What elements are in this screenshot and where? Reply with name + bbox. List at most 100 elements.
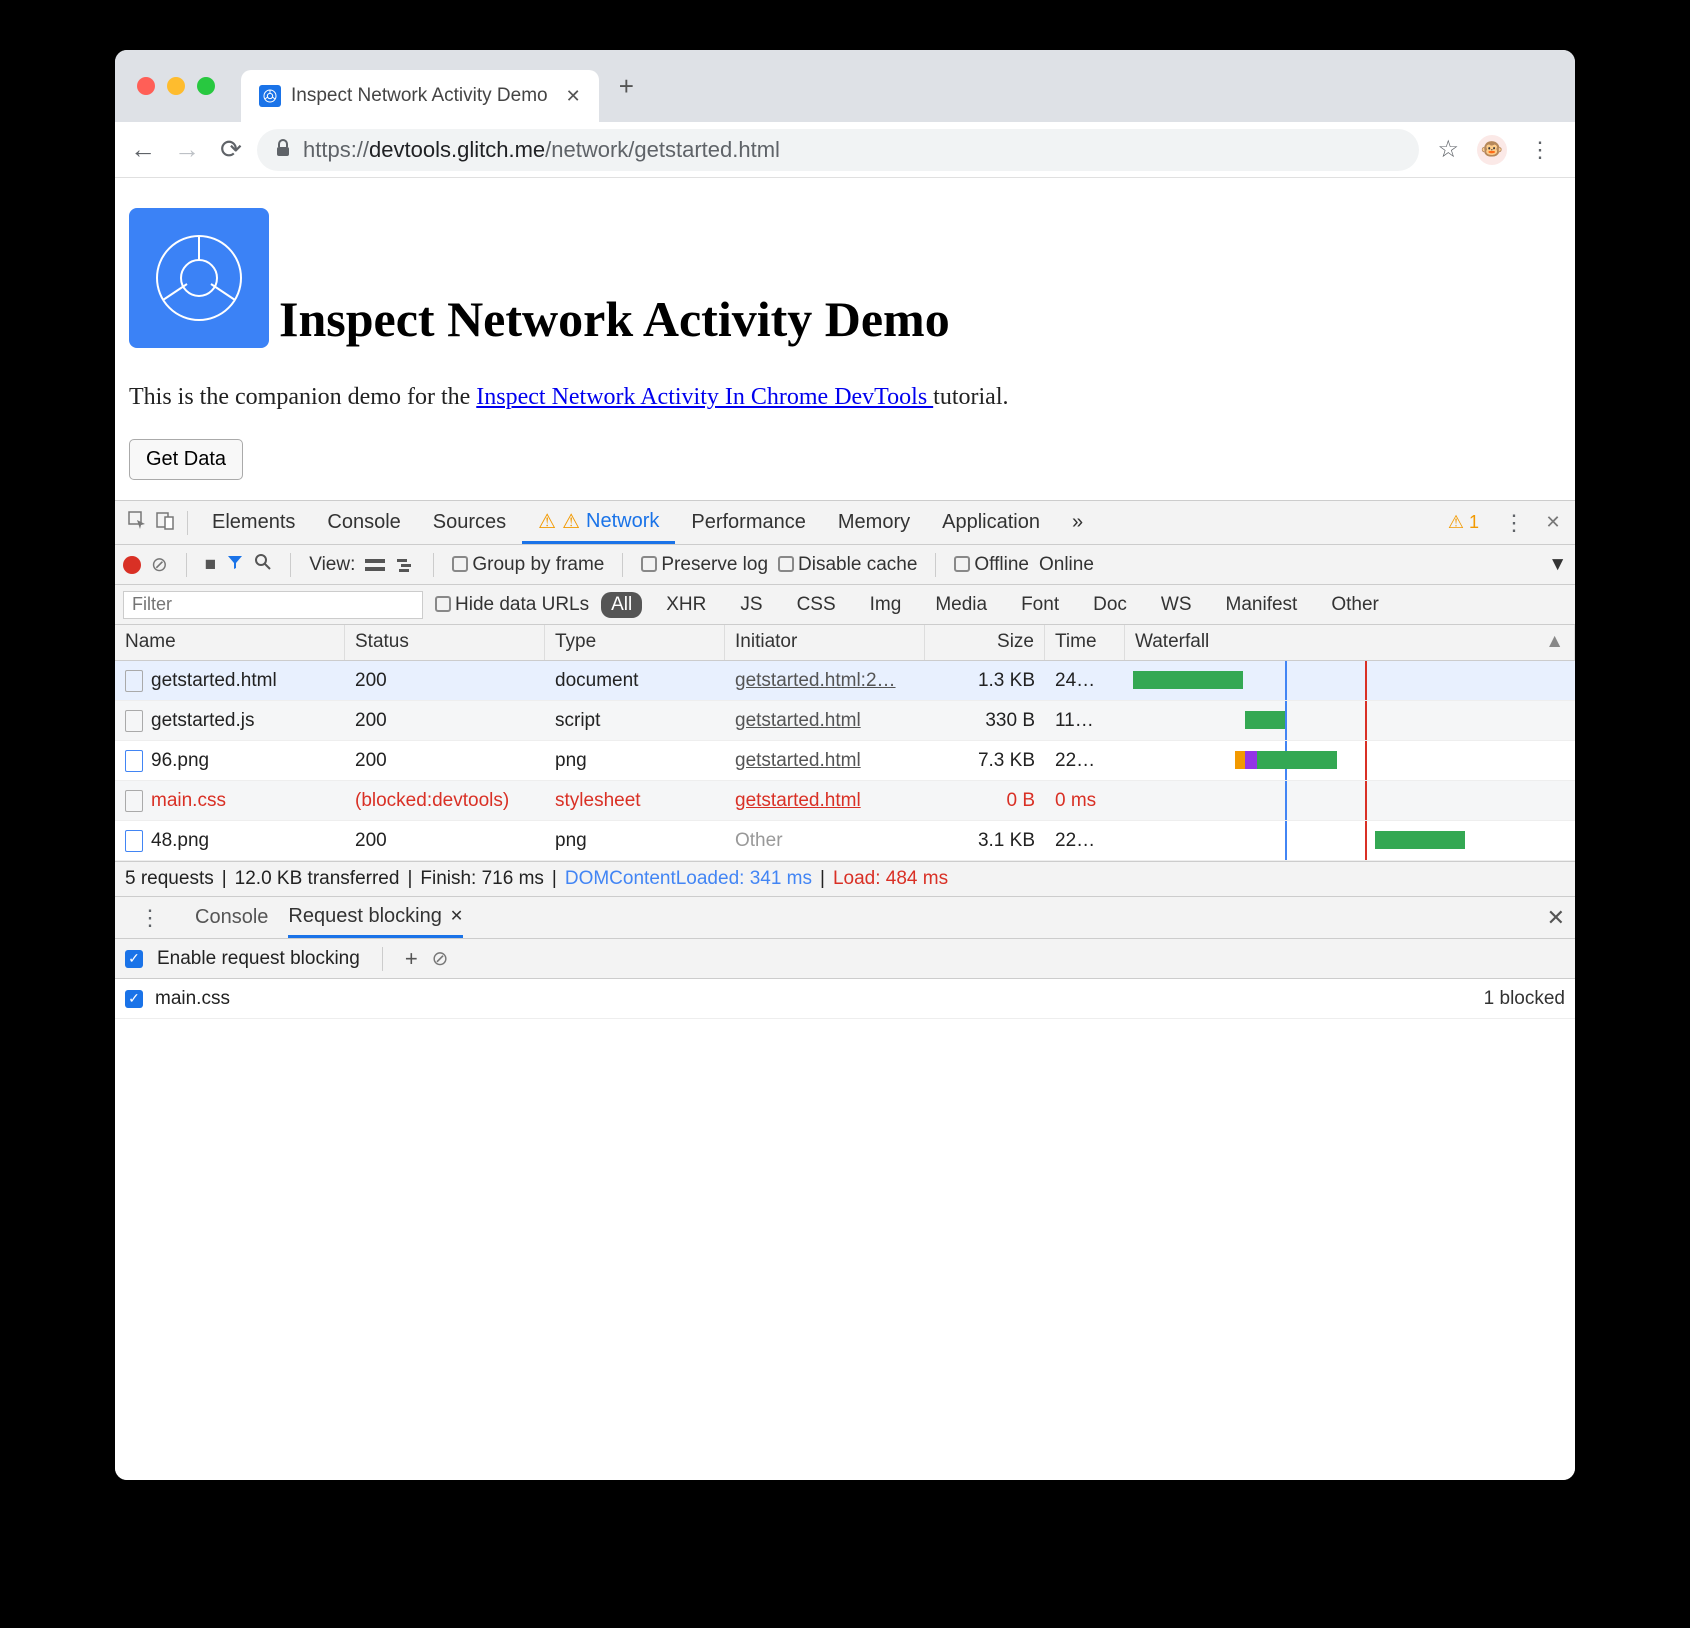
drawer-menu-button[interactable]: ⋮ [125,905,175,931]
col-size[interactable]: Size [925,625,1045,660]
network-row[interactable]: 96.png200pnggetstarted.html7.3 KB22… [115,741,1575,781]
filter-type-img[interactable]: Img [860,592,912,618]
request-blocking-toolbar: ✓ Enable request blocking + ⊘ [115,939,1575,979]
network-summary: 5 requests | 12.0 KB transferred | Finis… [115,861,1575,897]
throttling-dropdown-icon[interactable]: ▼ [1548,554,1567,576]
remove-all-patterns-button[interactable]: ⊘ [432,946,449,971]
enable-blocking-label: Enable request blocking [157,948,360,970]
filter-type-other[interactable]: Other [1321,592,1389,618]
device-toolbar-icon[interactable] [151,510,179,535]
browser-tab[interactable]: Inspect Network Activity Demo ✕ [241,70,599,122]
filter-type-media[interactable]: Media [925,592,997,618]
filter-input[interactable] [123,591,423,619]
search-button[interactable] [254,553,272,577]
file-icon [125,750,143,772]
enable-blocking-checkbox[interactable]: ✓ [125,950,143,968]
titlebar: Inspect Network Activity Demo ✕ + [115,50,1575,122]
filter-toggle-button[interactable] [226,553,244,577]
devtools-close-button[interactable]: ✕ [1539,512,1567,533]
forward-button[interactable]: → [169,134,205,165]
get-data-button[interactable]: Get Data [129,439,243,480]
filter-type-ws[interactable]: WS [1151,592,1202,618]
network-row[interactable]: getstarted.html200documentgetstarted.htm… [115,661,1575,701]
filter-type-all[interactable]: All [601,592,642,618]
drawer-close-button[interactable]: ✕ [1547,905,1565,931]
bookmark-button[interactable]: ☆ [1437,135,1459,164]
lock-icon [275,139,291,160]
add-pattern-button[interactable]: + [405,946,418,972]
clear-button[interactable]: ⊘ [151,552,168,577]
col-time[interactable]: Time [1045,625,1125,660]
filter-type-js[interactable]: JS [730,592,772,618]
devtools-panel: ElementsConsoleSources⚠NetworkPerformanc… [115,500,1575,1480]
url-text: https://devtools.glitch.me/network/getst… [303,137,780,163]
hide-data-urls-checkbox[interactable]: Hide data URLs [435,594,589,616]
col-initiator[interactable]: Initiator [725,625,925,660]
network-row[interactable]: getstarted.js200scriptgetstarted.html330… [115,701,1575,741]
devtools-menu-button[interactable]: ⋮ [1489,510,1539,536]
col-waterfall[interactable]: Waterfall▲ [1125,625,1575,660]
browser-toolbar: ← → ⟳ https://devtools.glitch.me/network… [115,122,1575,178]
warning-badge[interactable]: ⚠ 1 [1448,512,1479,533]
devtools-tab-performance[interactable]: Performance [675,501,822,544]
inspect-element-icon[interactable] [123,510,151,535]
minimize-window-button[interactable] [167,77,185,95]
devtools-tab-console[interactable]: Console [311,501,416,544]
network-table-body: getstarted.html200documentgetstarted.htm… [115,661,1575,861]
blocking-pattern-row[interactable]: ✓main.css1 blocked [115,979,1575,1019]
network-table-header: Name Status Type Initiator Size Time Wat… [115,625,1575,661]
drawer-tabs: ⋮ Console Request blocking ✕ ✕ [115,897,1575,939]
reload-button[interactable]: ⟳ [213,134,249,165]
pattern-enabled-checkbox[interactable]: ✓ [125,990,143,1008]
col-status[interactable]: Status [345,625,545,660]
close-window-button[interactable] [137,77,155,95]
offline-checkbox[interactable]: Offline [954,554,1029,576]
page-logo-icon [129,208,269,348]
devtools-tab-sources[interactable]: Sources [417,501,522,544]
drawer-tab-console[interactable]: Console [195,897,268,938]
new-tab-button[interactable]: + [619,71,634,102]
profile-avatar[interactable]: 🐵 [1477,135,1507,165]
group-by-frame-checkbox[interactable]: Group by frame [452,554,604,576]
network-row[interactable]: main.css(blocked:devtools)stylesheetgets… [115,781,1575,821]
view-waterfall-icon[interactable] [395,557,415,573]
address-bar[interactable]: https://devtools.glitch.me/network/getst… [257,129,1419,171]
tab-title: Inspect Network Activity Demo [291,85,548,107]
preserve-log-checkbox[interactable]: Preserve log [641,554,768,576]
network-filter-bar: Hide data URLs All XHR JS CSS Img Media Font Do… [115,585,1575,625]
filter-type-doc[interactable]: Doc [1083,592,1137,618]
maximize-window-button[interactable] [197,77,215,95]
view-label: View: [309,554,355,576]
blocking-patterns-list: ✓main.css1 blocked [115,979,1575,1019]
back-button[interactable]: ← [125,134,161,165]
browser-menu-button[interactable]: ⋮ [1515,137,1565,163]
filter-type-css[interactable]: CSS [787,592,846,618]
page-heading: Inspect Network Activity Demo [279,290,950,348]
devtools-tab-application[interactable]: Application [926,501,1056,544]
network-toolbar: ⊘ ■ View: Group by frame Preserve log Di… [115,545,1575,585]
devtools-tab-elements[interactable]: Elements [196,501,311,544]
drawer-tab-request-blocking[interactable]: Request blocking ✕ [288,897,463,938]
tabs-overflow-button[interactable]: » [1056,501,1099,544]
window-controls [137,77,215,95]
filter-type-manifest[interactable]: Manifest [1216,592,1308,618]
col-name[interactable]: Name [115,625,345,660]
file-icon [125,790,143,812]
view-large-icon[interactable] [365,557,385,573]
network-row[interactable]: 48.png200pngOther3.1 KB22… [115,821,1575,861]
screenshots-button[interactable]: ■ [205,554,216,576]
devtools-tabs: ElementsConsoleSources⚠NetworkPerformanc… [115,501,1575,545]
tutorial-link[interactable]: Inspect Network Activity In Chrome DevTo… [476,384,933,410]
browser-window: Inspect Network Activity Demo ✕ + ← → ⟳ … [115,50,1575,1480]
file-icon [125,710,143,732]
online-select[interactable]: Online [1039,554,1094,576]
filter-type-font[interactable]: Font [1011,592,1069,618]
devtools-tab-network[interactable]: ⚠Network [522,501,675,544]
col-type[interactable]: Type [545,625,725,660]
record-button[interactable] [123,556,141,574]
filter-type-xhr[interactable]: XHR [656,592,716,618]
disable-cache-checkbox[interactable]: Disable cache [778,554,917,576]
devtools-tab-memory[interactable]: Memory [822,501,926,544]
tab-close-button[interactable]: ✕ [566,86,581,107]
favicon-icon [259,85,281,107]
